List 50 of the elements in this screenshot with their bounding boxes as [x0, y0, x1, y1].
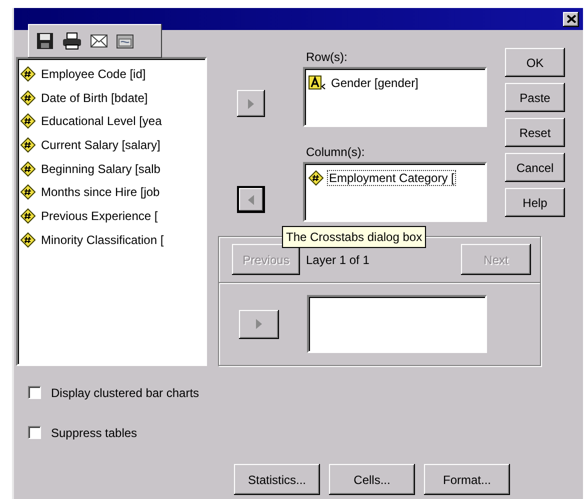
right-arrow-icon	[256, 319, 262, 329]
checkbox[interactable]	[28, 426, 41, 439]
variable-item[interactable]: Employee Code [id]	[39, 66, 148, 82]
printer-icon[interactable]	[62, 32, 82, 50]
dialog-button[interactable]: Help	[505, 188, 565, 217]
rows-list[interactable]: Gender [gender]	[303, 67, 487, 127]
move-button[interactable]	[239, 310, 279, 338]
dialog-button[interactable]: Format...	[424, 464, 510, 495]
variable-list[interactable]: Employee Code [id] Date of Birth [bdate] Educational Level [yea Current Salary [salary] Beginning Salary [salb Months since Hire [job Previous Experience [ Minority Classification [	[16, 57, 207, 366]
layer-label: Layer 1 of 1	[306, 252, 370, 266]
variable-item[interactable]: Current Salary [salary]	[39, 136, 162, 153]
scale-variable-icon	[20, 160, 36, 177]
envelope-icon[interactable]	[90, 34, 108, 48]
variable-item[interactable]: Gender [gender]	[329, 74, 420, 91]
scale-variable-icon	[20, 184, 36, 200]
variable-item[interactable]: Previous Experience [	[39, 208, 160, 224]
close-button[interactable]	[563, 12, 579, 26]
scale-variable-icon	[20, 208, 36, 224]
layer-list[interactable]	[307, 295, 487, 353]
scale-variable-icon	[20, 66, 36, 82]
variable-item[interactable]: Educational Level [yea	[39, 113, 164, 130]
nominal-variable-icon	[308, 74, 326, 91]
variable-item[interactable]: Beginning Salary [salb	[39, 160, 162, 177]
dialog-button[interactable]: Statistics...	[234, 464, 320, 495]
dialog-button[interactable]: Cells...	[329, 464, 415, 495]
columns-label: Column(s):	[305, 145, 366, 161]
dialog-button[interactable]: Paste	[505, 83, 565, 112]
checkbox[interactable]	[28, 386, 41, 399]
variable-item[interactable]: Months since Hire [job	[39, 184, 162, 200]
variable-item[interactable]: Date of Birth [bdate]	[39, 90, 150, 106]
checkbox-label: Suppress tables	[51, 426, 138, 440]
scale-variable-icon	[20, 232, 36, 248]
move-button[interactable]	[237, 186, 265, 213]
right-arrow-icon	[248, 98, 254, 108]
checkbox-label: Display clustered bar charts	[51, 386, 200, 400]
dialog-button[interactable]: Reset	[505, 118, 565, 147]
scale-variable-icon	[308, 170, 324, 186]
dialog-button[interactable]: OK	[505, 48, 565, 77]
variable-item[interactable]: Employment Category [	[327, 170, 456, 186]
scale-variable-icon	[20, 113, 36, 130]
close-icon	[566, 15, 576, 23]
dialog-button[interactable]: Cancel	[505, 153, 565, 182]
columns-list[interactable]: Employment Category [	[303, 162, 487, 222]
left-arrow-icon	[248, 194, 254, 204]
variable-item[interactable]: Minority Classification [	[39, 232, 166, 248]
move-button[interactable]	[237, 90, 265, 117]
rows-label: Row(s):	[305, 50, 348, 66]
scale-variable-icon	[20, 90, 36, 106]
scale-variable-icon	[20, 136, 36, 153]
tooltip: The Crosstabs dialog box	[282, 226, 426, 248]
